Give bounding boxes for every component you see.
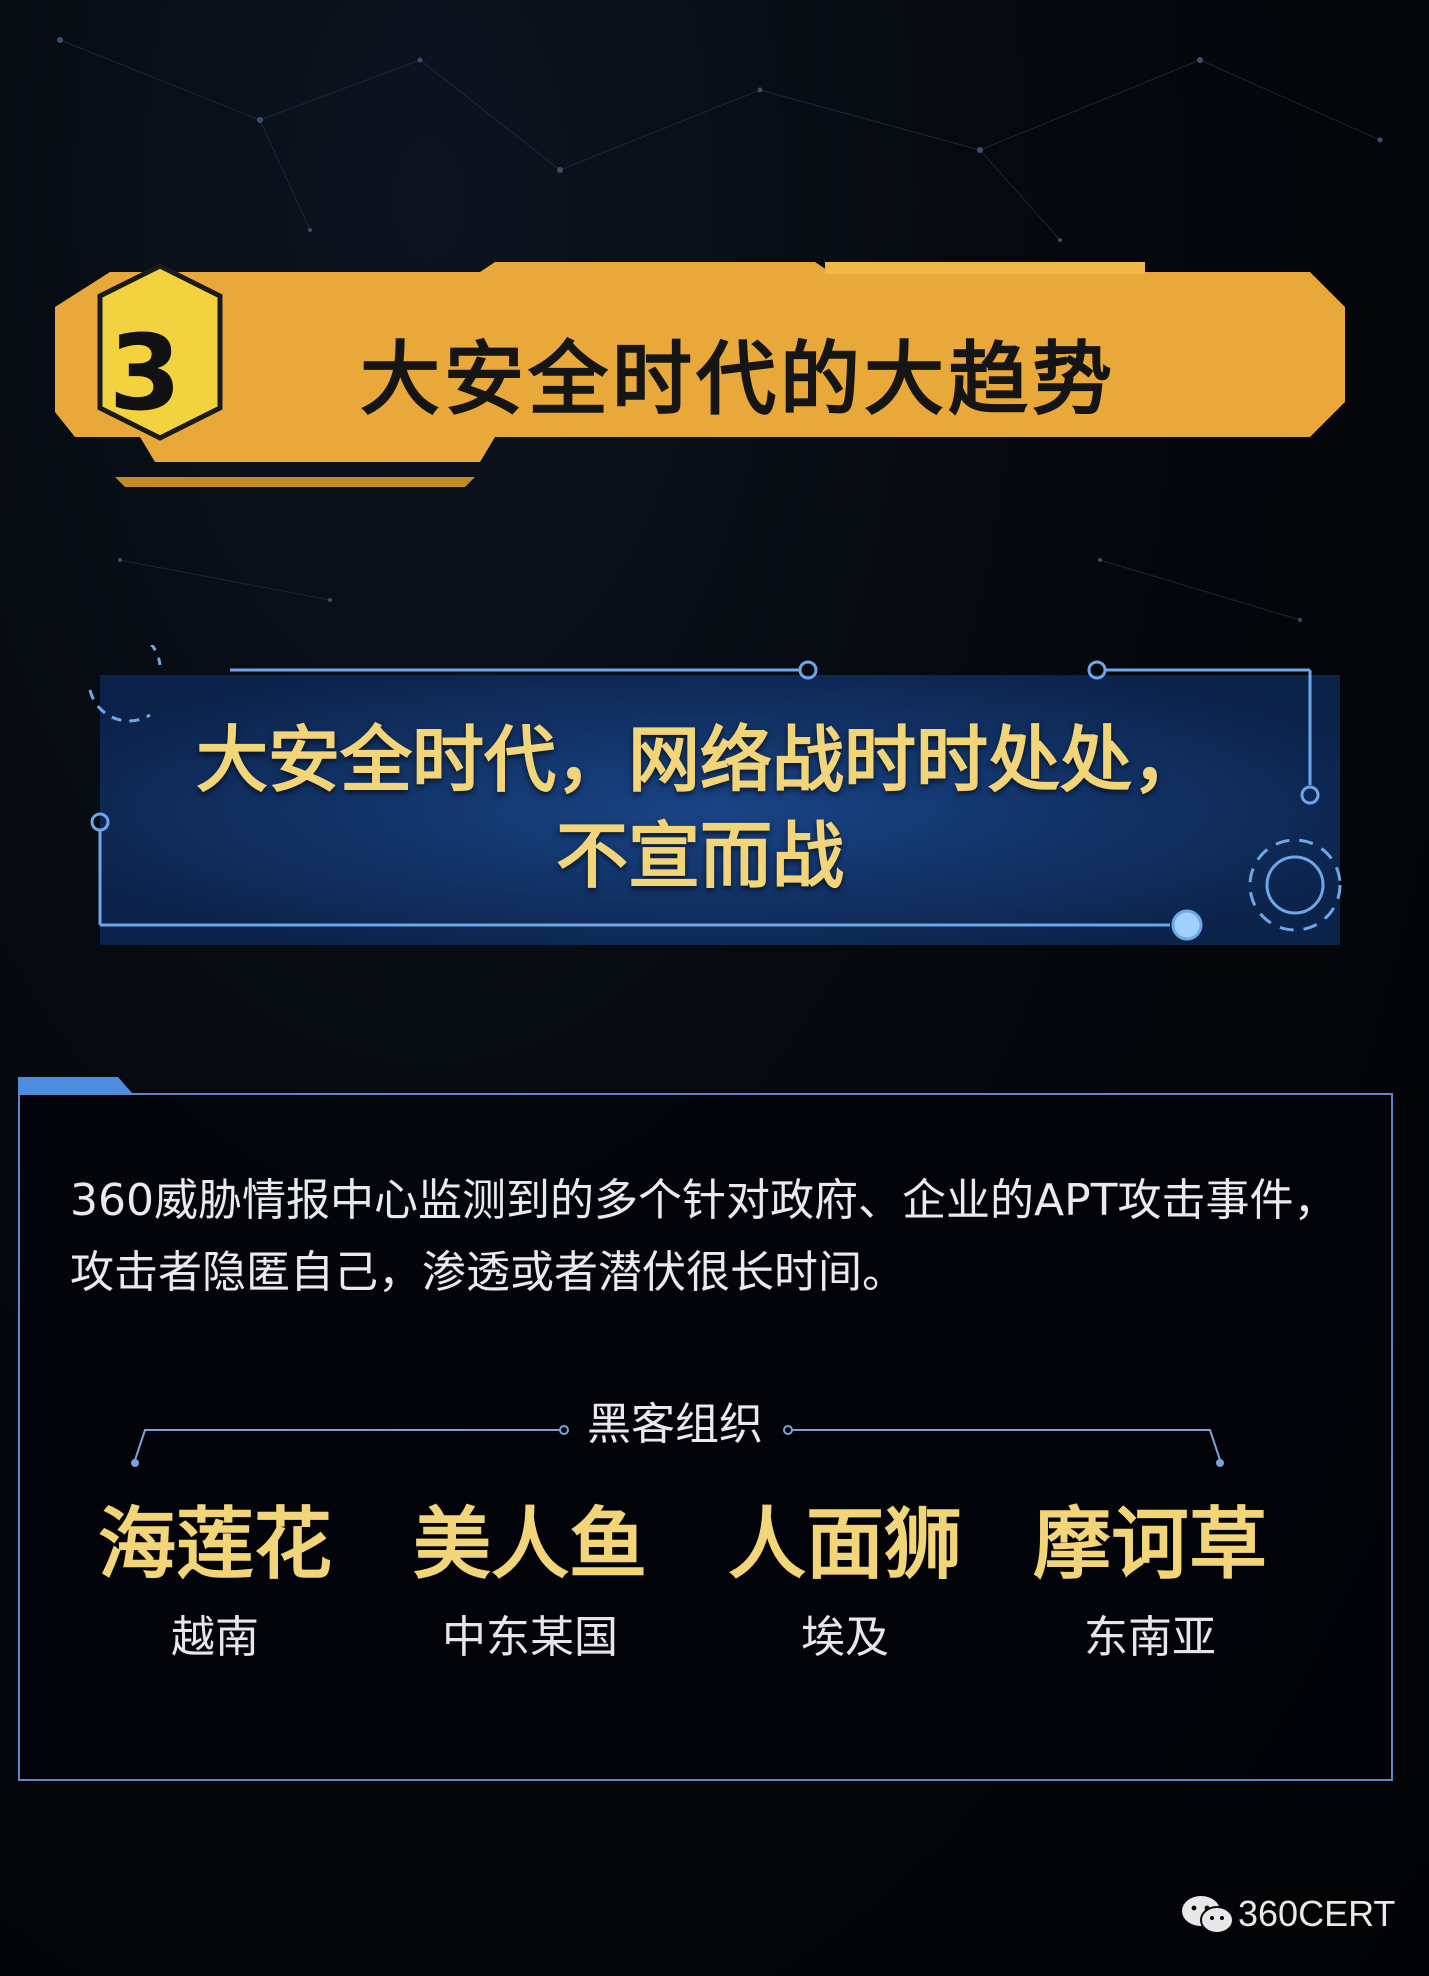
panel-tab	[18, 1077, 133, 1094]
section-number: 3	[108, 312, 182, 434]
org-region: 东南亚	[1084, 1612, 1216, 1663]
org-name: 海莲花	[97, 1500, 332, 1590]
org-name: 人面狮	[727, 1500, 962, 1590]
orgs-heading: 黑客组织	[587, 1399, 763, 1450]
slogan-line-1: 大安全时代，网络战时时处处，	[195, 718, 1204, 802]
org-region: 中东某国	[442, 1612, 618, 1663]
wechat-icon	[1182, 1896, 1234, 1934]
slogan-line-2: 不宣而战	[555, 814, 844, 898]
org-item: 美人鱼 中东某国	[385, 1495, 675, 1695]
org-item: 海莲花 越南	[70, 1495, 360, 1695]
org-name: 美人鱼	[412, 1500, 647, 1590]
org-name: 摩诃草	[1032, 1500, 1267, 1590]
footer-label: 360CERT	[1238, 1893, 1396, 1934]
org-region: 埃及	[801, 1612, 889, 1663]
org-item: 摩诃草 东南亚	[1005, 1495, 1295, 1695]
org-item: 人面狮 埃及	[700, 1495, 990, 1695]
section-title: 大安全时代的大趋势	[360, 333, 1116, 426]
org-region: 越南	[171, 1612, 259, 1663]
slogan-text: 大安全时代，网络战时时处处， 不宣而战	[150, 712, 1250, 912]
intro-text: 360威胁情报中心监测到的多个针对政府、企业的APT攻击事件，攻击者隐匿自己，渗…	[70, 1175, 1338, 1298]
